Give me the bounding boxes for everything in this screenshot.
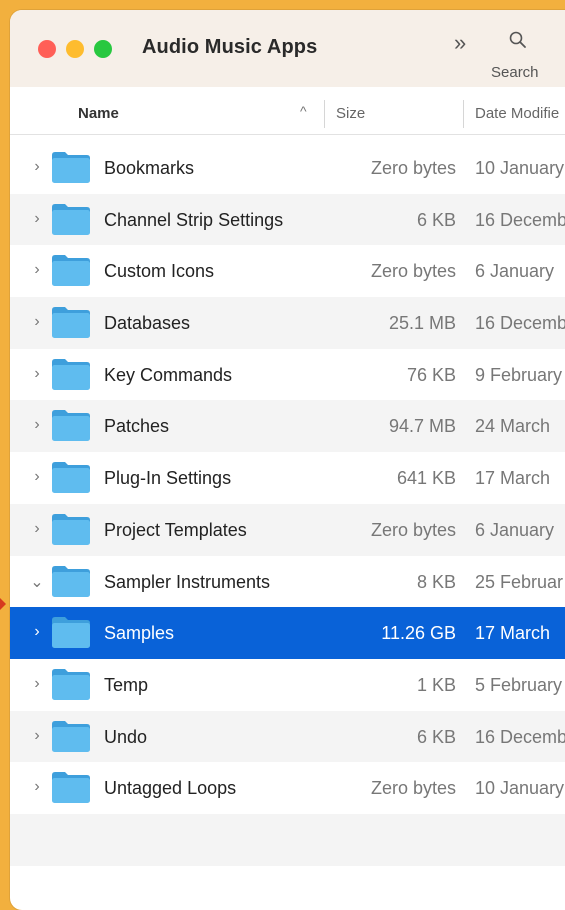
chevron-right-icon[interactable]: › (30, 158, 44, 176)
date-modified: 9 February (475, 364, 563, 385)
date-modified: 17 March (475, 468, 551, 489)
table-row[interactable]: › Databases 25.1 MB 16 Decemb (10, 297, 565, 349)
folder-icon (52, 462, 90, 494)
title-bar: Audio Music Apps » Search (10, 10, 565, 87)
file-name: Patches (104, 416, 170, 437)
file-name: Sampler Instruments (104, 571, 271, 592)
table-row[interactable]: › Temp 1 KB 5 February (10, 658, 565, 711)
file-size: 6 KB (416, 209, 456, 230)
date-modified: 16 Decemb (475, 726, 565, 747)
file-size: 25.1 MB (388, 313, 456, 334)
chevron-right-icon[interactable]: › (30, 778, 44, 796)
zoom-window-button[interactable] (94, 40, 112, 58)
date-modified: 6 January (475, 519, 555, 540)
file-name: Bookmarks (104, 158, 195, 178)
date-modified: 10 January (475, 778, 565, 799)
date-modified: 16 Decemb (475, 209, 565, 230)
file-name: Key Commands (104, 364, 233, 385)
folder-icon (52, 358, 90, 390)
chevron-right-icon[interactable]: › (30, 727, 44, 745)
date-modified: 25 Februar (475, 571, 564, 592)
close-window-button[interactable] (38, 40, 56, 58)
desktop-marker (0, 598, 6, 610)
file-name: Samples (104, 623, 175, 644)
file-size: 8 KB (416, 571, 456, 592)
file-name: Databases (104, 313, 191, 334)
date-modified: 6 January (475, 261, 555, 282)
date-modified: 24 March (475, 416, 551, 437)
table-row[interactable]: › Plug-In Settings 641 KB 17 March (10, 452, 565, 504)
date-modified: 5 February (475, 674, 563, 695)
file-size: 11.26 GB (381, 623, 456, 644)
folder-icon (52, 513, 90, 545)
date-modified: 16 Decemb (475, 313, 565, 334)
folder-icon (52, 410, 90, 442)
chevron-right-icon[interactable]: › (30, 261, 44, 279)
file-size: Zero bytes (370, 778, 456, 799)
column-divider[interactable] (463, 100, 464, 128)
column-date-header[interactable]: Date Modifie (475, 105, 559, 122)
folder-icon (52, 617, 90, 649)
table-row[interactable]: › Custom Icons Zero bytes 6 January (10, 245, 565, 298)
finder-window: Audio Music Apps » Search Name ^ Size Da… (10, 10, 565, 910)
folder-icon (52, 565, 90, 597)
column-header: Name ^ Size Date Modifie (10, 94, 565, 135)
file-size: 6 KB (416, 726, 456, 747)
file-size: Zero bytes (370, 519, 456, 540)
chevron-right-icon[interactable]: › (30, 520, 44, 538)
table-row[interactable]: › Undo 6 KB 16 Decemb (10, 710, 565, 763)
empty-row (10, 813, 565, 866)
file-size: 94.7 MB (388, 416, 456, 437)
file-size: 1 KB (416, 674, 456, 695)
file-name: Plug-In Settings (104, 468, 232, 489)
file-name: Undo (104, 726, 148, 747)
minimize-window-button[interactable] (66, 40, 84, 58)
table-row[interactable]: › Untagged Loops Zero bytes 10 January (10, 762, 565, 814)
table-row[interactable]: ⌄ Sampler Instruments 8 KB 25 Februar (10, 555, 565, 608)
file-size: 76 KB (406, 364, 456, 385)
file-size: Zero bytes (370, 261, 456, 282)
file-name: Channel Strip Settings (104, 209, 284, 230)
file-name: Untagged Loops (104, 778, 237, 799)
window-title: Audio Music Apps (142, 36, 318, 58)
sort-ascending-icon[interactable]: ^ (300, 103, 307, 119)
chevron-down-icon[interactable]: ⌄ (30, 572, 44, 592)
file-size: Zero bytes (370, 158, 456, 178)
chevron-right-icon[interactable]: › (30, 313, 44, 331)
table-row[interactable]: › Key Commands 76 KB 9 February (10, 348, 565, 401)
file-list: › Bookmarks Zero bytes 10 January › Channel S… (10, 142, 565, 866)
search-icon[interactable] (508, 30, 528, 50)
search-label[interactable]: Search (491, 64, 539, 81)
column-divider[interactable] (324, 100, 325, 128)
chevron-right-icon[interactable]: › (30, 210, 44, 228)
folder-icon (52, 152, 90, 183)
file-name: Project Templates (104, 519, 247, 540)
chevron-right-icon[interactable]: › (30, 623, 44, 641)
table-row[interactable]: › Patches 94.7 MB 24 March (10, 400, 565, 453)
chevron-right-icon[interactable]: › (30, 468, 44, 486)
folder-icon (52, 307, 90, 339)
folder-icon (52, 720, 90, 752)
file-name: Custom Icons (104, 261, 215, 282)
folder-icon (52, 255, 90, 287)
chevron-right-icon[interactable]: › (30, 416, 44, 434)
folder-icon (52, 203, 90, 235)
folder-icon (52, 668, 90, 700)
date-modified: 10 January (475, 158, 565, 178)
chevron-double-right-icon[interactable]: » (454, 30, 466, 56)
column-size-header[interactable]: Size (336, 105, 365, 122)
file-size: 641 KB (396, 468, 456, 489)
table-row[interactable]: › Project Templates Zero bytes 6 January (10, 503, 565, 556)
file-name: Temp (104, 674, 149, 695)
date-modified: 17 March (475, 623, 551, 644)
folder-icon (52, 772, 90, 804)
table-row[interactable]: › Channel Strip Settings 6 KB 16 Decemb (10, 193, 565, 246)
column-name-header[interactable]: Name (78, 105, 119, 122)
chevron-right-icon[interactable]: › (30, 365, 44, 383)
chevron-right-icon[interactable]: › (30, 675, 44, 693)
table-row[interactable]: › Bookmarks Zero bytes 10 January (10, 142, 565, 194)
table-row[interactable]: › Samples 11.26 GB 17 March (10, 607, 565, 659)
